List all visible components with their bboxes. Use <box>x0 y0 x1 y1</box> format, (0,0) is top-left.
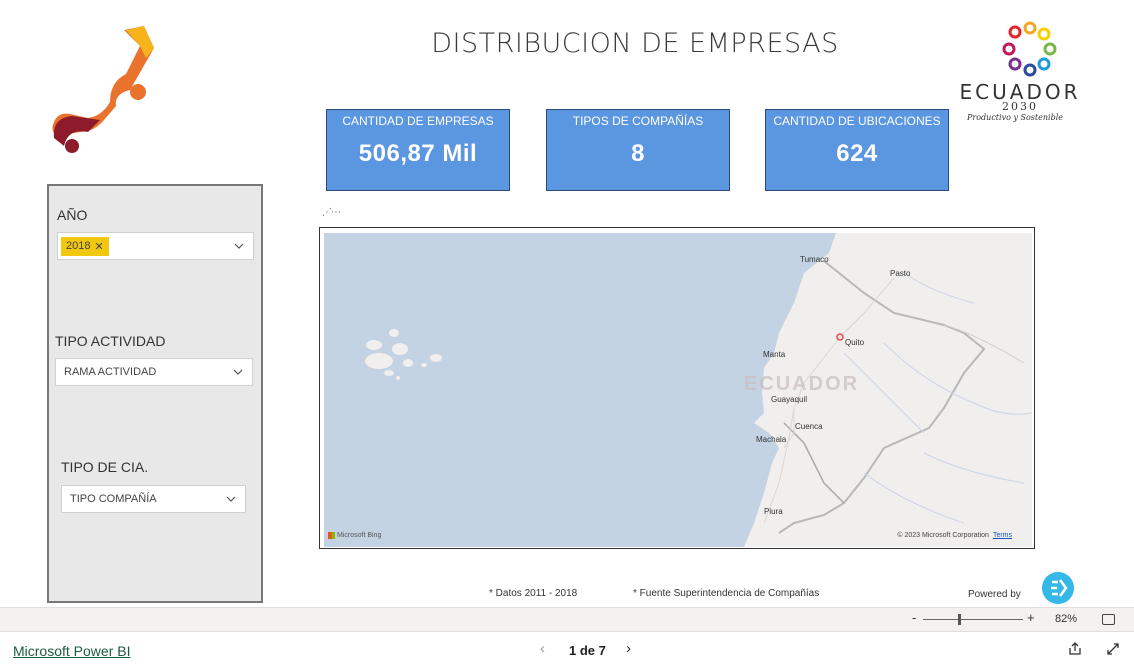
source-note: * Fuente Superintendencia de Compañías <box>633 588 820 599</box>
ecuador-logo-year: 2030 <box>1002 100 1038 113</box>
city-label-guayaquil: Guayaquil <box>771 395 808 404</box>
activity-slicer-placeholder: RAMA ACTIVIDAD <box>64 366 157 378</box>
map-copyright: © 2023 Microsoft Corporation Terms <box>897 532 1012 539</box>
fullscreen-icon[interactable] <box>1106 642 1120 656</box>
emblem-ring-orange <box>1023 21 1037 35</box>
loading-spinner-icon: ⋰⋯ <box>322 207 341 218</box>
zoom-in-button[interactable]: + <box>1027 610 1035 625</box>
emblem-ring-red <box>1008 25 1022 39</box>
zoom-slider-track[interactable] <box>923 619 1023 620</box>
kpi-value: 624 <box>836 140 878 167</box>
zoom-slider-thumb[interactable] <box>958 614 961 625</box>
year-filter-label: AÑO <box>57 207 88 223</box>
city-label-piura: Piura <box>764 507 783 516</box>
kpi-card-tipos-companias[interactable]: TIPOS DE COMPAÑÍAS 8 <box>546 109 730 191</box>
chevron-down-icon <box>233 369 243 375</box>
next-page-button[interactable]: › <box>626 640 631 657</box>
year-selected-chip[interactable]: 2018 ✕ <box>61 236 109 256</box>
copyright-text: © 2023 Microsoft Corporation <box>897 532 989 539</box>
share-icon[interactable] <box>1068 642 1082 656</box>
organization-logo <box>52 26 154 153</box>
city-label-pasto: Pasto <box>890 269 911 278</box>
emblem-ring-green <box>1043 42 1057 56</box>
powered-by-text: Powered by <box>968 589 1021 600</box>
city-label-manta: Manta <box>763 350 786 359</box>
powerbi-link[interactable]: Microsoft Power BI <box>13 643 130 659</box>
activity-slicer-dropdown[interactable]: RAMA ACTIVIDAD <box>55 358 253 386</box>
activity-filter-label: TIPO ACTIVIDAD <box>55 333 166 349</box>
kpi-card-empresas[interactable]: CANTIDAD DE EMPRESAS 506,87 Mil <box>326 109 510 191</box>
company-type-slicer-placeholder: TIPO COMPAÑÍA <box>70 493 157 505</box>
fit-to-page-icon[interactable] <box>1102 614 1115 625</box>
emblem-ring-blue <box>1037 57 1051 71</box>
chip-label: 2018 <box>66 240 91 252</box>
emblem-ring-purple <box>1008 57 1022 71</box>
emblem-ring-magenta <box>1002 42 1016 56</box>
country-label: ECUADOR <box>744 373 860 395</box>
emblem-ring-navy <box>1023 63 1037 77</box>
filter-panel: AÑO 2018 ✕ TIPO ACTIVIDAD RAMA ACTIVIDAD… <box>47 184 263 603</box>
kpi-label: TIPOS DE COMPAÑÍAS <box>572 114 704 128</box>
terms-link[interactable]: Terms <box>993 532 1012 539</box>
report-title: DISTRIBUCION DE EMPRESAS <box>431 28 839 59</box>
zoom-out-button[interactable]: - <box>912 610 916 625</box>
bing-attribution: Microsoft Bing <box>328 532 381 539</box>
powerbi-footer: Microsoft Power BI ‹ 1 de 7 › <box>0 631 1134 667</box>
kpi-label: CANTIDAD DE UBICACIONES <box>773 114 941 128</box>
logo-dot-maroon <box>65 139 79 153</box>
map-canvas[interactable] <box>324 233 1032 547</box>
chevron-down-icon <box>234 243 244 249</box>
city-label-cuenca: Cuenca <box>795 422 823 431</box>
powered-by-logo-icon <box>1042 572 1074 604</box>
company-type-filter-label: TIPO DE CIA. <box>61 459 149 475</box>
kpi-card-ubicaciones[interactable]: CANTIDAD DE UBICACIONES 624 <box>765 109 949 191</box>
chip-remove-icon[interactable]: ✕ <box>94 240 103 253</box>
kpi-value: 8 <box>631 140 645 167</box>
microsoft-logo-icon <box>328 532 335 539</box>
bing-attribution-text: Microsoft Bing <box>337 532 382 539</box>
company-type-slicer-dropdown[interactable]: TIPO COMPAÑÍA <box>61 485 246 513</box>
kpi-label: CANTIDAD DE EMPRESAS <box>342 114 494 128</box>
previous-page-button[interactable]: ‹ <box>540 640 545 657</box>
chevron-down-icon <box>226 496 236 502</box>
year-slicer-dropdown[interactable]: 2018 ✕ <box>57 232 254 260</box>
kpi-value: 506,87 Mil <box>358 140 478 167</box>
logo-dot-orange <box>130 84 146 100</box>
city-label-tumaco: Tumaco <box>800 255 829 264</box>
data-range-note: * Datos 2011 - 2018 <box>489 588 578 599</box>
zoom-percent: 82% <box>1055 613 1078 625</box>
page-indicator: 1 de 7 <box>569 643 606 658</box>
zoom-bar: - + 82% <box>0 607 1134 631</box>
city-label-machala: Machala <box>756 435 787 444</box>
emblem-ring-yellow <box>1037 27 1051 41</box>
map-visual[interactable]: ECUADOR Tumaco Pasto Quito Manta Guayaqu… <box>319 227 1035 549</box>
report-page: DISTRIBUCION DE EMPRESAS ECUADOR 2030 Pr… <box>0 0 1134 667</box>
city-label-quito: Quito <box>845 338 865 347</box>
ecuador-logo-subtitle: Productivo y Sostenible <box>967 113 1063 122</box>
